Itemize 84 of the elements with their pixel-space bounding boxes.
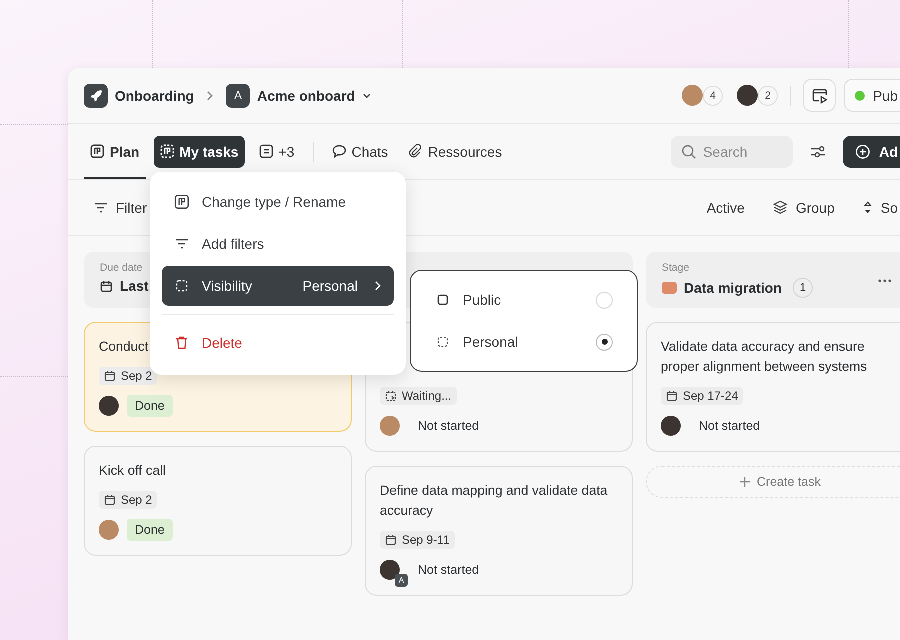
dashed-square-icon xyxy=(174,278,190,294)
publish-button[interactable]: Pub xyxy=(844,79,900,112)
group-button[interactable]: Group xyxy=(762,200,845,216)
trash-icon xyxy=(174,335,190,351)
status-label: Not started xyxy=(698,418,762,435)
chevron-icon xyxy=(206,90,214,100)
board-icon xyxy=(90,144,105,159)
tab[interactable]: Chats xyxy=(326,136,394,168)
column-label: Stage xyxy=(662,262,690,274)
task-count: 1 xyxy=(793,278,814,298)
calendar-icon xyxy=(666,390,678,402)
status-label: Done xyxy=(127,519,173,541)
create-task-button[interactable]: Create task xyxy=(646,466,900,498)
rocket-icon xyxy=(84,84,108,108)
task-card[interactable]: Validate data accuracy and ensure proper alignment between systems Sep 17-24 Not started xyxy=(646,322,900,452)
assignee-badge: A xyxy=(395,574,408,587)
column-title: Data migration xyxy=(684,280,782,296)
breadcrumb-item[interactable]: A Acme onboard xyxy=(226,84,372,108)
calendar-icon xyxy=(385,534,397,546)
plus-icon xyxy=(855,144,872,160)
calendar-arrow-icon xyxy=(385,390,397,402)
calendar-icon xyxy=(104,370,116,382)
date-tag: Sep 17-24 xyxy=(661,387,744,405)
status-label: Not started xyxy=(417,562,480,579)
dashed-square-icon xyxy=(435,334,451,350)
task-card[interactable]: Kick off call Sep 2 Done xyxy=(84,446,352,556)
viewer-count: 2 xyxy=(758,86,778,106)
filter-icon xyxy=(94,202,108,214)
breadcrumb-label: Onboarding xyxy=(115,88,194,104)
tab[interactable]: +3 xyxy=(252,136,301,168)
date-tag: Sep 9-11 xyxy=(380,531,455,549)
status-label: Not started xyxy=(417,418,480,435)
paperclip-icon xyxy=(408,144,424,159)
calendar-icon xyxy=(100,280,113,292)
caret-icon xyxy=(362,92,372,100)
plus-icon xyxy=(739,476,752,488)
square-icon xyxy=(435,292,451,308)
sort-icon xyxy=(862,200,873,214)
viewer-count: 4 xyxy=(703,86,724,106)
menu-item[interactable]: Change type / Rename xyxy=(162,182,394,222)
layers-icon xyxy=(772,200,788,215)
breadcrumb-item[interactable]: Onboarding xyxy=(84,84,194,108)
assignee-avatar xyxy=(380,560,400,580)
date-tag: Sep 2 xyxy=(99,491,158,509)
radio-button[interactable] xyxy=(596,334,613,350)
more-icon[interactable] xyxy=(878,279,892,283)
chat-icon xyxy=(332,144,347,159)
task-card[interactable]: Define data mapping and validate data accuracy Sep 9-11 A Not started xyxy=(365,466,633,596)
active-button[interactable]: Active xyxy=(696,200,755,216)
board-avatar: A xyxy=(226,84,250,108)
sort-button[interactable]: So xyxy=(852,200,900,216)
add-button[interactable]: Ad xyxy=(843,136,900,168)
task-title: Kick off call xyxy=(99,462,166,480)
column-label: Due date xyxy=(100,262,144,274)
list-icon xyxy=(258,144,274,159)
tab[interactable]: Ressources xyxy=(402,136,508,168)
date-tag: Sep 2 xyxy=(99,367,158,385)
task-title: Conduct xyxy=(99,338,149,356)
user-avatar[interactable] xyxy=(737,85,758,106)
window-play-icon xyxy=(810,86,829,104)
tab[interactable]: Plan xyxy=(84,124,146,179)
breadcrumb-label: Acme onboard xyxy=(257,88,356,104)
visibility-option[interactable]: Public xyxy=(435,279,613,321)
menu-item[interactable]: Add filters xyxy=(162,224,394,264)
board-icon xyxy=(174,194,190,210)
tab[interactable]: My tasks xyxy=(154,136,245,168)
assignee-avatar xyxy=(380,416,400,436)
present-button[interactable] xyxy=(803,79,836,112)
status-label: Done xyxy=(127,395,173,417)
menu-item[interactable]: Visibility Personal xyxy=(162,266,394,306)
search-field[interactable]: Search xyxy=(671,136,794,168)
visibility-option[interactable]: Personal xyxy=(435,321,613,363)
board-icon xyxy=(160,144,175,159)
chevron-icon xyxy=(374,281,382,291)
calendar-icon xyxy=(104,494,116,506)
column-title: Last xyxy=(120,278,149,294)
filter-button[interactable]: Filter xyxy=(84,200,158,216)
assignee-avatar xyxy=(99,520,119,540)
task-title: Validate data accuracy and ensure proper alignment between systems xyxy=(661,338,868,376)
assignee-avatar xyxy=(99,396,119,416)
task-title: Define data mapping and validate data accuracy xyxy=(380,482,609,520)
date-tag: Waiting... xyxy=(380,387,457,405)
radio-button[interactable] xyxy=(596,292,613,308)
assignee-avatar xyxy=(661,416,681,436)
